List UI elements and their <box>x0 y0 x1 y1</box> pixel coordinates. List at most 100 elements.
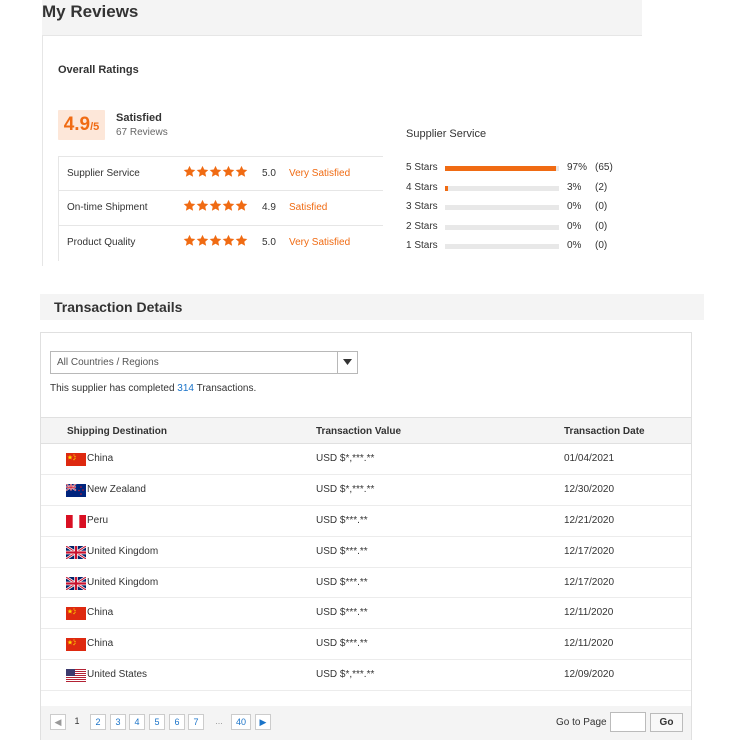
transaction-header: Transaction Details <box>40 294 704 320</box>
transaction-value: USD $***.** <box>316 545 368 557</box>
transaction-date: 12/17/2020 <box>564 576 615 588</box>
shipping-destination: New Zealand <box>87 483 146 495</box>
completed-transactions-text: This supplier has completed 314 Transact… <box>50 383 256 394</box>
rating-row: Product Quality 5.0 Very Satisfied <box>58 226 383 261</box>
page-link[interactable]: 2 <box>90 714 106 730</box>
page-link[interactable]: 7 <box>188 714 204 730</box>
transaction-date: 12/11/2020 <box>564 638 614 650</box>
distribution-count: (65) <box>595 162 613 173</box>
transaction-panel: All Countries / Regions This supplier ha… <box>40 332 692 740</box>
rating-row: Supplier Service 5.0 Very Satisfied <box>58 156 383 191</box>
star-icon <box>222 199 235 212</box>
chevron-down-icon[interactable] <box>337 352 357 373</box>
pagination: ◀ 1 2 3 4 5 6 7... 40 ▶ Go to Page Go <box>41 706 691 740</box>
goto-page-input[interactable] <box>610 712 646 732</box>
star-rating <box>183 199 248 215</box>
rating-breakdown: Supplier Service 5.0 Very Satisfied On-time… <box>58 156 383 261</box>
rating-label: Very Satisfied <box>289 237 351 248</box>
next-page-icon[interactable]: ▶ <box>255 714 271 730</box>
table-row: Peru USD $***.** 12/21/2020 <box>41 506 691 537</box>
transaction-date: 01/04/2021 <box>564 453 615 464</box>
table-header: Shipping Destination Transaction Value T… <box>41 417 691 444</box>
page-link[interactable]: 5 <box>149 714 165 730</box>
rating-value: 4.9 <box>262 202 276 213</box>
rating-value: 5.0 <box>262 237 276 248</box>
table-row: United States USD $*,***.** 12/09/2020 <box>41 660 691 692</box>
region-select[interactable]: All Countries / Regions <box>50 351 358 374</box>
distribution-count: (0) <box>595 240 608 252</box>
rating-name: Supplier Service <box>67 168 140 179</box>
table-row: China USD $***.** 12/11/2020 <box>41 598 691 630</box>
transaction-date: 12/17/2020 <box>564 545 615 557</box>
overall-score-badge: 4.9/5 <box>58 110 105 140</box>
completed-prefix: This supplier has completed <box>50 383 178 394</box>
uk-flag-icon <box>66 545 86 559</box>
new-zealand-flag-icon <box>66 483 86 497</box>
distribution-percent: 0% <box>567 240 582 252</box>
shipping-destination: China <box>87 453 114 464</box>
distribution-title: Supplier Service <box>406 128 487 140</box>
distribution-bar <box>445 224 559 230</box>
go-button[interactable]: Go <box>650 713 683 732</box>
table-row: China USD $***.** 12/11/2020 <box>41 629 691 661</box>
distribution-percent: 0% <box>567 201 582 213</box>
distribution-label: 2 Stars <box>406 220 438 232</box>
column-header-value: Transaction Value <box>316 426 402 437</box>
distribution-row: 1 Stars 0% (0) <box>406 238 636 258</box>
distribution-percent: 3% <box>567 181 582 193</box>
distribution-bar-fill <box>445 185 449 191</box>
transaction-value: USD $***.** <box>316 607 368 619</box>
page-link[interactable]: 4 <box>129 714 145 730</box>
page-link[interactable]: 40 <box>231 714 251 730</box>
distribution-label: 5 Stars <box>406 162 438 173</box>
distribution-row: 4 Stars 3% (2) <box>406 180 636 200</box>
star-icon <box>235 234 248 247</box>
star-icon <box>196 199 209 212</box>
shipping-destination: China <box>87 638 114 650</box>
star-icon <box>209 234 222 247</box>
distribution-label: 1 Stars <box>406 240 438 252</box>
china-flag-icon <box>66 638 86 652</box>
shipping-destination: United Kingdom <box>87 576 159 588</box>
transaction-value: USD $***.** <box>316 638 368 650</box>
rating-value: 5.0 <box>262 168 276 179</box>
star-icon <box>209 199 222 212</box>
page-link[interactable]: 3 <box>110 714 126 730</box>
star-icon <box>183 199 196 212</box>
reviews-header: My Reviews <box>42 0 642 36</box>
shipping-destination: China <box>87 607 114 619</box>
table-row: United Kingdom USD $***.** 12/17/2020 <box>41 568 691 599</box>
star-icon <box>235 199 248 212</box>
rating-row: On-time Shipment 4.9 Satisfied <box>58 191 383 226</box>
uk-flag-icon <box>66 576 86 590</box>
region-select-value: All Countries / Regions <box>57 357 159 368</box>
distribution-percent: 0% <box>567 220 582 232</box>
distribution-count: (2) <box>595 181 608 193</box>
star-icon <box>222 234 235 247</box>
page-link[interactable]: 1 <box>69 714 85 730</box>
transaction-value: USD $*,***.** <box>316 453 375 464</box>
distribution-row: 3 Stars 0% (0) <box>406 199 636 219</box>
distribution-row: 5 Stars 97% (65) <box>406 160 636 180</box>
table-row: New Zealand USD $*,***.** 12/30/2020 <box>41 475 691 506</box>
transaction-date: 12/11/2020 <box>564 607 614 619</box>
shipping-destination: United States <box>87 669 148 681</box>
goto-page-label: Go to Page <box>556 717 607 728</box>
china-flag-icon <box>66 607 86 621</box>
star-rating <box>183 165 248 181</box>
pagination-ellipsis: ... <box>215 716 223 726</box>
column-header-date: Transaction Date <box>564 426 645 437</box>
star-icon <box>196 234 209 247</box>
us-flag-icon <box>66 669 86 683</box>
overall-score: 4.9 <box>63 114 91 135</box>
distribution-label: 3 Stars <box>406 201 438 213</box>
transaction-table: Shipping Destination Transaction Value T… <box>41 417 691 692</box>
star-rating <box>183 234 248 250</box>
transaction-date: 12/30/2020 <box>564 483 615 495</box>
transaction-date: 12/21/2020 <box>564 514 615 526</box>
table-row: China USD $*,***.** 01/04/2021 <box>41 444 691 475</box>
prev-page-icon[interactable]: ◀ <box>50 714 66 730</box>
satisfaction-label: Satisfied <box>116 112 162 124</box>
peru-flag-icon <box>66 514 86 528</box>
page-link[interactable]: 6 <box>169 714 185 730</box>
